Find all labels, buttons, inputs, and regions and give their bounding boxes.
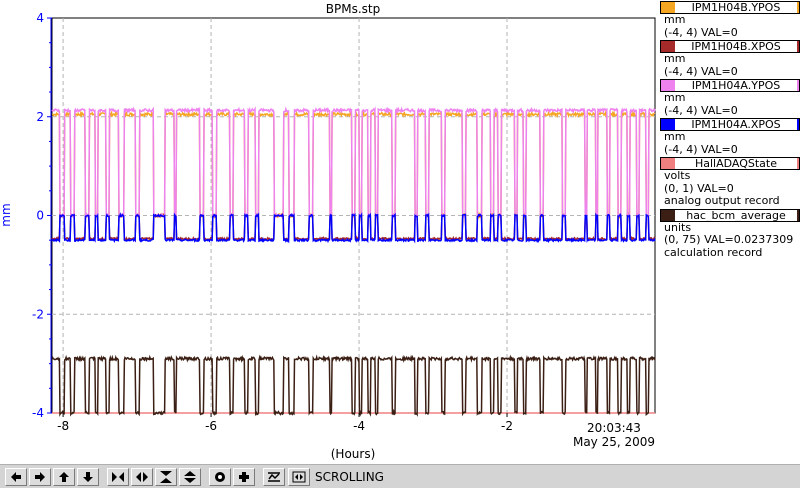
legend-swatch[interactable]: HallADAQState — [660, 157, 800, 170]
legend-series-name: IPM1H04A.YPOS — [675, 80, 797, 91]
x-axis-label: (Hours) — [331, 447, 376, 461]
arrow-right-icon — [32, 470, 48, 484]
legend-detail-line: (-4, 4) VAL=0 — [664, 64, 738, 78]
legend-swatch[interactable]: IPM1H04B.YPOS — [660, 1, 800, 14]
legend-detail-line: (-4, 4) VAL=0 — [664, 25, 738, 39]
legend-detail-line: mm — [664, 130, 686, 143]
scroll-mode-icon — [291, 470, 307, 484]
legend-entry: IPM1H04B.XPOS mm (-4, 4) VAL=0 — [660, 40, 800, 78]
legend-entry: IPM1H04B.YPOS mm (-4, 4) VAL=0 — [660, 1, 800, 39]
zoom-out-vertical-button[interactable] — [179, 468, 201, 486]
scroll-status-text: SCROLLING — [315, 470, 384, 484]
arrow-down-icon — [80, 470, 96, 484]
legend-detail-line: analog output record — [664, 194, 780, 207]
zoom-out-vertical-icon — [182, 470, 198, 484]
toggle-grid-button[interactable] — [263, 468, 285, 486]
legend-detail-line: (-4, 4) VAL=0 — [664, 103, 738, 117]
y-tick-label: 2 — [36, 110, 44, 124]
arrow-left-button[interactable] — [5, 468, 27, 486]
legend-series-name: HallADAQState — [675, 158, 797, 169]
legend-detail-line: (0, 75) VAL=0.0237309 — [664, 233, 794, 246]
y-tick-label: 0 — [36, 209, 44, 223]
legend-entry: hac_bcm_average units (0, 75) VAL=0.023730… — [660, 208, 800, 260]
chart-title: BPMs.stp — [326, 2, 380, 16]
x-tick-label: -2 — [501, 419, 513, 433]
legend-swatch[interactable]: IPM1H04A.XPOS — [660, 118, 800, 131]
legend-swatch[interactable]: IPM1H04A.YPOS — [660, 79, 800, 92]
y-tick-label: 4 — [36, 11, 44, 25]
scroll-mode-button[interactable] — [288, 468, 310, 486]
legend-entry: HallADAQState volts (0, 1) VAL=0 analog out… — [660, 157, 800, 208]
toggle-grid-icon — [266, 470, 282, 484]
arrow-right-button[interactable] — [29, 468, 51, 486]
y-axis-label: mm — [0, 203, 13, 226]
legend-series-name: IPM1H04A.XPOS — [675, 119, 797, 130]
arrow-up-icon — [56, 470, 72, 484]
autoscale-button[interactable] — [209, 468, 231, 486]
autoscale-icon — [212, 470, 228, 484]
toolbar: SCROLLING — [0, 464, 800, 488]
zoom-in-horizontal-icon — [110, 470, 126, 484]
reset-icon — [236, 470, 252, 484]
legend: IPM1H04B.YPOS mm (-4, 4) VAL=0 IPM1H04B.XPO… — [660, 0, 800, 259]
legend-swatch[interactable]: hac_bcm_average — [660, 208, 800, 222]
legend-series-name: IPM1H04B.XPOS — [675, 41, 797, 52]
legend-detail-line: volts — [664, 169, 691, 182]
end-date-label: May 25, 2009 — [573, 435, 655, 449]
arrow-down-button[interactable] — [77, 468, 99, 486]
legend-series-name: hac_bcm_average — [675, 209, 797, 221]
zoom-out-horizontal-icon — [134, 470, 150, 484]
legend-detail-line: (-4, 4) VAL=0 — [664, 142, 738, 156]
zoom-out-horizontal-button[interactable] — [131, 468, 153, 486]
x-tick-label: -8 — [57, 419, 69, 433]
x-tick-label: -4 — [353, 419, 365, 433]
zoom-in-horizontal-button[interactable] — [107, 468, 129, 486]
legend-detail-line: mm — [664, 91, 686, 104]
legend-series-name: IPM1H04B.YPOS — [675, 2, 797, 13]
y-tick-label: -2 — [32, 307, 44, 321]
legend-entry: IPM1H04A.XPOS mm (-4, 4) VAL=0 — [660, 118, 800, 156]
legend-detail-line: mm — [664, 13, 686, 26]
legend-detail-line: mm — [664, 52, 686, 65]
y-tick-label: -4 — [32, 406, 44, 420]
end-time-label: 20:03:43 — [587, 421, 641, 435]
legend-entry: IPM1H04A.YPOS mm (-4, 4) VAL=0 — [660, 79, 800, 117]
x-tick-label: -6 — [205, 419, 217, 433]
zoom-in-vertical-icon — [158, 470, 174, 484]
arrow-up-button[interactable] — [53, 468, 75, 486]
arrow-left-icon — [8, 470, 24, 484]
legend-swatch[interactable]: IPM1H04B.XPOS — [660, 40, 800, 53]
legend-detail-line: calculation record — [664, 245, 763, 259]
reset-button[interactable] — [233, 468, 255, 486]
zoom-in-vertical-button[interactable] — [155, 468, 177, 486]
